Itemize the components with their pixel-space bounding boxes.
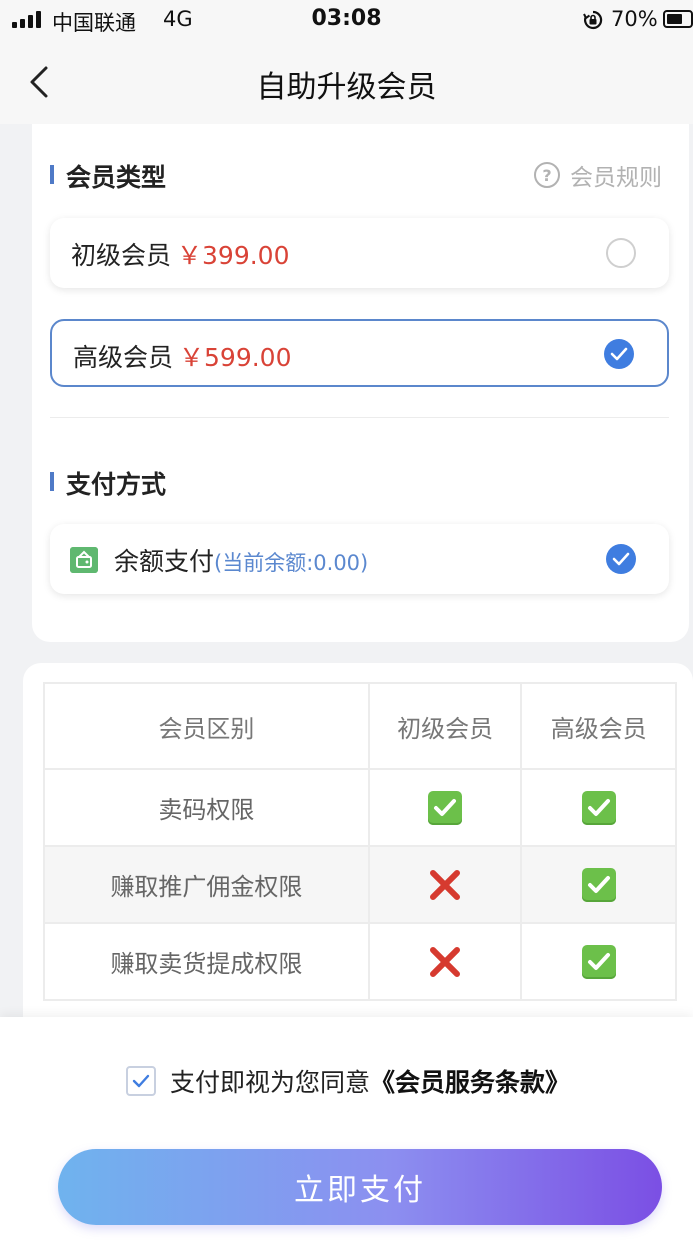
payment-option-balance[interactable]: 余额支付(当前余额:0.00) bbox=[50, 524, 669, 594]
terms-link[interactable]: 《会员服务条款》 bbox=[370, 1068, 570, 1097]
check-mark-icon bbox=[581, 867, 616, 902]
feature-cell: 赚取卖货提成权限 bbox=[43, 922, 370, 1001]
feature-cell: 卖码权限 bbox=[43, 768, 370, 847]
header-basic: 初级会员 bbox=[367, 682, 523, 770]
member-rules-label: 会员规则 bbox=[570, 165, 662, 191]
page: 中国联通 4G 03:08 70% 自助升级会员 会员类型 ? 会员规则 初级会… bbox=[0, 0, 693, 1243]
option-basic-member[interactable]: 初级会员 ￥399.00 bbox=[50, 218, 669, 288]
comparison-table: 会员区别 初级会员 高级会员 卖码权限 赚取推广佣金权限 赚取卖货提成权限 bbox=[43, 682, 677, 1001]
agreement-checkbox[interactable] bbox=[126, 1066, 156, 1096]
section-title-member-type: 会员类型 bbox=[50, 158, 166, 194]
feature-cell: 赚取推广佣金权限 bbox=[43, 845, 370, 924]
table-row: 卖码权限 bbox=[43, 768, 677, 847]
premium-cell bbox=[520, 845, 677, 924]
nav-bar: 自助升级会员 bbox=[0, 40, 693, 124]
battery-icon bbox=[663, 10, 693, 28]
wallet-icon bbox=[70, 547, 98, 573]
rotation-lock-icon bbox=[583, 10, 603, 30]
option-premium-price: ￥599.00 bbox=[179, 343, 292, 372]
table-row: 赚取卖货提成权限 bbox=[43, 922, 677, 1001]
option-premium-label: 高级会员 ￥599.00 bbox=[73, 343, 292, 372]
pay-now-button[interactable]: 立即支付 bbox=[58, 1149, 662, 1225]
divider bbox=[50, 417, 669, 418]
check-mark-icon bbox=[581, 790, 616, 825]
cross-mark-icon bbox=[430, 946, 461, 977]
basic-cell bbox=[367, 845, 523, 924]
table-row: 赚取推广佣金权限 bbox=[43, 845, 677, 924]
basic-cell bbox=[367, 922, 523, 1001]
payment-method-label: 余额支付(当前余额:0.00) bbox=[114, 547, 369, 576]
cross-mark-icon bbox=[430, 869, 461, 900]
help-icon: ? bbox=[534, 162, 560, 188]
header-feature: 会员区别 bbox=[43, 682, 370, 770]
member-rules-link[interactable]: ? 会员规则 bbox=[534, 158, 662, 192]
basic-cell bbox=[367, 768, 523, 847]
status-bar: 中国联通 4G 03:08 70% bbox=[0, 0, 693, 40]
option-basic-price: ￥399.00 bbox=[177, 241, 290, 270]
premium-cell bbox=[520, 922, 677, 1001]
checkmark-icon bbox=[132, 1074, 150, 1088]
check-mark-icon bbox=[581, 944, 616, 979]
radio-unchecked-icon[interactable] bbox=[606, 238, 636, 268]
agreement-text: 支付即视为您同意《会员服务条款》 bbox=[170, 1068, 571, 1097]
radio-checked-icon[interactable] bbox=[604, 339, 634, 369]
section-title-payment: 支付方式 bbox=[50, 465, 166, 501]
radio-checked-icon[interactable] bbox=[606, 544, 636, 574]
table-header-row: 会员区别 初级会员 高级会员 bbox=[43, 682, 677, 770]
option-premium-member[interactable]: 高级会员 ￥599.00 bbox=[50, 319, 669, 387]
battery-level-fill bbox=[667, 14, 683, 24]
premium-cell bbox=[520, 768, 677, 847]
option-basic-label: 初级会员 ￥399.00 bbox=[71, 241, 290, 270]
header-premium: 高级会员 bbox=[520, 682, 677, 770]
check-mark-icon bbox=[428, 790, 463, 825]
page-title: 自助升级会员 bbox=[256, 70, 437, 105]
balance-note: (当前余额:0.00) bbox=[214, 551, 369, 575]
battery-percent: 70% bbox=[611, 7, 658, 31]
